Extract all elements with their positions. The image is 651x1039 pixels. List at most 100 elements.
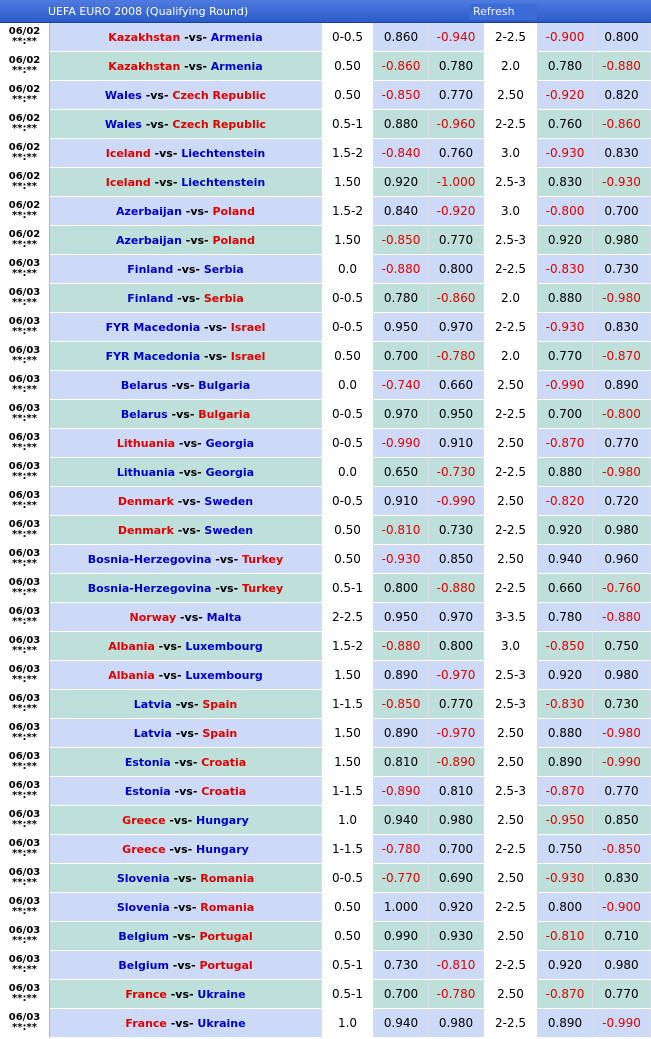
- handicap-home-odds[interactable]: 0.970: [374, 400, 429, 429]
- handicap-away-odds[interactable]: 0.920: [429, 893, 484, 922]
- handicap-home-odds[interactable]: -0.880: [374, 632, 429, 661]
- under-odds[interactable]: 0.850: [593, 806, 651, 835]
- handicap-away-odds[interactable]: 0.950: [429, 400, 484, 429]
- under-odds[interactable]: -0.880: [593, 52, 651, 81]
- home-team[interactable]: Kazakhstan: [108, 31, 180, 44]
- under-odds[interactable]: 0.800: [593, 23, 651, 52]
- home-team[interactable]: Denmark: [118, 495, 174, 508]
- handicap-home-odds[interactable]: -0.930: [374, 545, 429, 574]
- away-team[interactable]: Sweden: [204, 524, 253, 537]
- handicap-home-odds[interactable]: 0.700: [374, 342, 429, 371]
- over-odds[interactable]: 0.920: [538, 226, 593, 255]
- under-odds[interactable]: 0.770: [593, 980, 651, 1009]
- handicap-away-odds[interactable]: -0.780: [429, 980, 484, 1009]
- away-team[interactable]: Hungary: [196, 814, 249, 827]
- home-team[interactable]: Denmark: [118, 524, 174, 537]
- handicap-away-odds[interactable]: 0.690: [429, 864, 484, 893]
- home-team[interactable]: France: [125, 1017, 166, 1030]
- over-odds[interactable]: -0.930: [538, 139, 593, 168]
- away-team[interactable]: Romania: [200, 901, 254, 914]
- handicap-home-odds[interactable]: 0.890: [374, 719, 429, 748]
- away-team[interactable]: Spain: [202, 727, 237, 740]
- away-team[interactable]: Ukraine: [197, 988, 245, 1001]
- handicap-away-odds[interactable]: 0.930: [429, 922, 484, 951]
- handicap-away-odds[interactable]: 0.980: [429, 1009, 484, 1038]
- handicap-away-odds[interactable]: 0.910: [429, 429, 484, 458]
- handicap-home-odds[interactable]: -0.850: [374, 690, 429, 719]
- handicap-away-odds[interactable]: -0.920: [429, 197, 484, 226]
- under-odds[interactable]: 0.960: [593, 545, 651, 574]
- handicap-home-odds[interactable]: -0.850: [374, 81, 429, 110]
- over-odds[interactable]: -0.830: [538, 255, 593, 284]
- handicap-away-odds[interactable]: 0.850: [429, 545, 484, 574]
- over-odds[interactable]: 0.880: [538, 458, 593, 487]
- away-team[interactable]: Israel: [231, 350, 266, 363]
- handicap-home-odds[interactable]: -0.850: [374, 226, 429, 255]
- home-team[interactable]: Finland: [127, 292, 173, 305]
- handicap-away-odds[interactable]: -0.880: [429, 574, 484, 603]
- away-team[interactable]: Czech Republic: [172, 89, 266, 102]
- over-odds[interactable]: 0.890: [538, 1009, 593, 1038]
- handicap-home-odds[interactable]: 0.840: [374, 197, 429, 226]
- away-team[interactable]: Malta: [207, 611, 242, 624]
- home-team[interactable]: France: [125, 988, 166, 1001]
- handicap-home-odds[interactable]: -0.810: [374, 516, 429, 545]
- handicap-home-odds[interactable]: 0.730: [374, 951, 429, 980]
- handicap-away-odds[interactable]: 0.730: [429, 516, 484, 545]
- under-odds[interactable]: 0.820: [593, 81, 651, 110]
- under-odds[interactable]: -0.850: [593, 835, 651, 864]
- home-team[interactable]: Estonia: [125, 785, 171, 798]
- handicap-away-odds[interactable]: -0.970: [429, 661, 484, 690]
- handicap-home-odds[interactable]: 0.880: [374, 110, 429, 139]
- over-odds[interactable]: 0.700: [538, 400, 593, 429]
- under-odds[interactable]: -0.930: [593, 168, 651, 197]
- over-odds[interactable]: 0.890: [538, 748, 593, 777]
- over-odds[interactable]: 0.780: [538, 52, 593, 81]
- away-team[interactable]: Croatia: [201, 785, 246, 798]
- over-odds[interactable]: -0.870: [538, 980, 593, 1009]
- over-odds[interactable]: -0.900: [538, 23, 593, 52]
- over-odds[interactable]: 0.760: [538, 110, 593, 139]
- away-team[interactable]: Israel: [231, 321, 266, 334]
- home-team[interactable]: Latvia: [134, 698, 172, 711]
- handicap-away-odds[interactable]: -0.970: [429, 719, 484, 748]
- handicap-home-odds[interactable]: 0.990: [374, 922, 429, 951]
- handicap-home-odds[interactable]: -0.740: [374, 371, 429, 400]
- over-odds[interactable]: 0.800: [538, 893, 593, 922]
- over-odds[interactable]: -0.820: [538, 487, 593, 516]
- handicap-away-odds[interactable]: 0.700: [429, 835, 484, 864]
- handicap-home-odds[interactable]: -0.860: [374, 52, 429, 81]
- over-odds[interactable]: -0.870: [538, 777, 593, 806]
- handicap-home-odds[interactable]: 0.810: [374, 748, 429, 777]
- handicap-away-odds[interactable]: 0.770: [429, 226, 484, 255]
- home-team[interactable]: Albania: [108, 669, 155, 682]
- handicap-home-odds[interactable]: 0.940: [374, 1009, 429, 1038]
- away-team[interactable]: Poland: [212, 234, 255, 247]
- under-odds[interactable]: 0.830: [593, 864, 651, 893]
- under-odds[interactable]: 0.770: [593, 429, 651, 458]
- handicap-away-odds[interactable]: -0.780: [429, 342, 484, 371]
- away-team[interactable]: Spain: [202, 698, 237, 711]
- under-odds[interactable]: 0.730: [593, 255, 651, 284]
- away-team[interactable]: Luxembourg: [185, 669, 262, 682]
- over-odds[interactable]: -0.870: [538, 429, 593, 458]
- handicap-away-odds[interactable]: 0.770: [429, 690, 484, 719]
- away-team[interactable]: Turkey: [242, 553, 283, 566]
- home-team[interactable]: Iceland: [106, 176, 151, 189]
- under-odds[interactable]: 0.710: [593, 922, 651, 951]
- away-team[interactable]: Romania: [200, 872, 254, 885]
- under-odds[interactable]: -0.760: [593, 574, 651, 603]
- over-odds[interactable]: -0.950: [538, 806, 593, 835]
- home-team[interactable]: Slovenia: [117, 872, 170, 885]
- over-odds[interactable]: 0.780: [538, 603, 593, 632]
- home-team[interactable]: Belgium: [118, 959, 169, 972]
- away-team[interactable]: Czech Republic: [172, 118, 266, 131]
- away-team[interactable]: Portugal: [199, 959, 252, 972]
- under-odds[interactable]: -0.980: [593, 719, 651, 748]
- away-team[interactable]: Poland: [212, 205, 255, 218]
- away-team[interactable]: Liechtenstein: [181, 147, 265, 160]
- under-odds[interactable]: 0.700: [593, 197, 651, 226]
- handicap-away-odds[interactable]: 0.770: [429, 81, 484, 110]
- away-team[interactable]: Sweden: [204, 495, 253, 508]
- under-odds[interactable]: 0.730: [593, 690, 651, 719]
